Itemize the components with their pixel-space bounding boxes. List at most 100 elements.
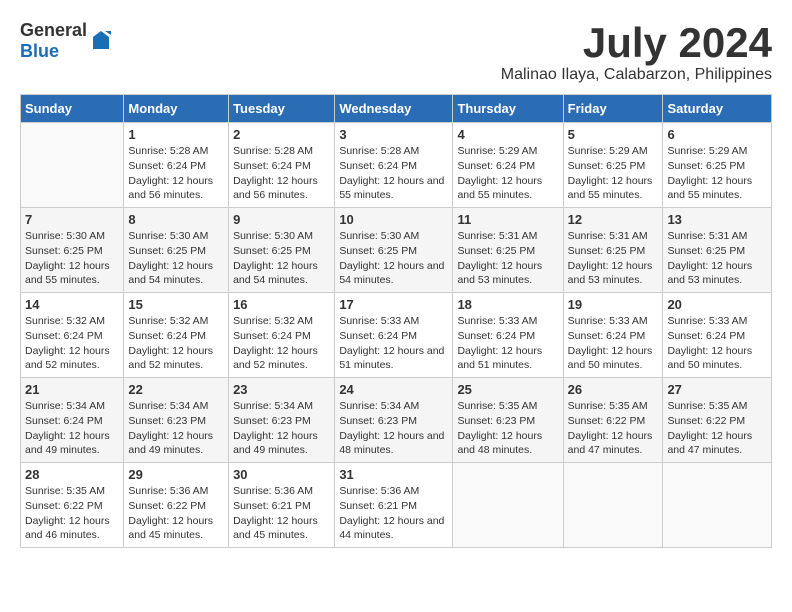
week-row-4: 21 Sunrise: 5:34 AMSunset: 6:24 PMDaylig… <box>21 378 772 463</box>
day-number: 26 <box>568 382 659 397</box>
day-info: Sunrise: 5:32 AMSunset: 6:24 PMDaylight:… <box>25 315 110 371</box>
day-number: 17 <box>339 297 448 312</box>
header-row: SundayMondayTuesdayWednesdayThursdayFrid… <box>21 95 772 123</box>
calendar-cell: 27 Sunrise: 5:35 AMSunset: 6:22 PMDaylig… <box>663 378 772 463</box>
day-number: 8 <box>128 212 224 227</box>
calendar-cell: 7 Sunrise: 5:30 AMSunset: 6:25 PMDayligh… <box>21 208 124 293</box>
day-number: 14 <box>25 297 119 312</box>
calendar-cell: 23 Sunrise: 5:34 AMSunset: 6:23 PMDaylig… <box>229 378 335 463</box>
week-row-1: 1 Sunrise: 5:28 AMSunset: 6:24 PMDayligh… <box>21 123 772 208</box>
logo-blue: Blue <box>20 41 59 61</box>
calendar-table: SundayMondayTuesdayWednesdayThursdayFrid… <box>20 94 772 548</box>
logo-icon <box>89 29 113 53</box>
day-number: 15 <box>128 297 224 312</box>
day-number: 7 <box>25 212 119 227</box>
day-number: 9 <box>233 212 330 227</box>
calendar-cell <box>663 463 772 548</box>
day-number: 25 <box>457 382 558 397</box>
calendar-cell <box>563 463 663 548</box>
day-info: Sunrise: 5:34 AMSunset: 6:23 PMDaylight:… <box>128 400 213 456</box>
day-info: Sunrise: 5:30 AMSunset: 6:25 PMDaylight:… <box>233 230 318 286</box>
day-number: 16 <box>233 297 330 312</box>
day-number: 24 <box>339 382 448 397</box>
calendar-cell: 2 Sunrise: 5:28 AMSunset: 6:24 PMDayligh… <box>229 123 335 208</box>
day-info: Sunrise: 5:34 AMSunset: 6:23 PMDaylight:… <box>339 400 444 456</box>
week-row-2: 7 Sunrise: 5:30 AMSunset: 6:25 PMDayligh… <box>21 208 772 293</box>
calendar-cell <box>453 463 563 548</box>
calendar-cell: 26 Sunrise: 5:35 AMSunset: 6:22 PMDaylig… <box>563 378 663 463</box>
day-number: 22 <box>128 382 224 397</box>
day-info: Sunrise: 5:30 AMSunset: 6:25 PMDaylight:… <box>339 230 444 286</box>
day-number: 11 <box>457 212 558 227</box>
header-day-thursday: Thursday <box>453 95 563 123</box>
logo: General Blue <box>20 20 113 62</box>
day-number: 20 <box>667 297 767 312</box>
day-number: 12 <box>568 212 659 227</box>
day-number: 6 <box>667 127 767 142</box>
header-day-tuesday: Tuesday <box>229 95 335 123</box>
day-number: 27 <box>667 382 767 397</box>
day-number: 3 <box>339 127 448 142</box>
day-info: Sunrise: 5:31 AMSunset: 6:25 PMDaylight:… <box>568 230 653 286</box>
day-info: Sunrise: 5:32 AMSunset: 6:24 PMDaylight:… <box>233 315 318 371</box>
day-number: 4 <box>457 127 558 142</box>
header-day-wednesday: Wednesday <box>335 95 453 123</box>
calendar-cell: 25 Sunrise: 5:35 AMSunset: 6:23 PMDaylig… <box>453 378 563 463</box>
day-info: Sunrise: 5:35 AMSunset: 6:22 PMDaylight:… <box>667 400 752 456</box>
day-info: Sunrise: 5:34 AMSunset: 6:24 PMDaylight:… <box>25 400 110 456</box>
calendar-cell: 9 Sunrise: 5:30 AMSunset: 6:25 PMDayligh… <box>229 208 335 293</box>
calendar-cell: 13 Sunrise: 5:31 AMSunset: 6:25 PMDaylig… <box>663 208 772 293</box>
day-number: 2 <box>233 127 330 142</box>
title-area: July 2024 Malinao Ilaya, Calabarzon, Phi… <box>501 20 772 84</box>
logo-general: General <box>20 20 87 40</box>
day-number: 28 <box>25 467 119 482</box>
day-number: 13 <box>667 212 767 227</box>
day-info: Sunrise: 5:35 AMSunset: 6:22 PMDaylight:… <box>568 400 653 456</box>
day-info: Sunrise: 5:29 AMSunset: 6:25 PMDaylight:… <box>568 145 653 201</box>
day-info: Sunrise: 5:33 AMSunset: 6:24 PMDaylight:… <box>568 315 653 371</box>
calendar-cell: 6 Sunrise: 5:29 AMSunset: 6:25 PMDayligh… <box>663 123 772 208</box>
day-info: Sunrise: 5:32 AMSunset: 6:24 PMDaylight:… <box>128 315 213 371</box>
week-row-5: 28 Sunrise: 5:35 AMSunset: 6:22 PMDaylig… <box>21 463 772 548</box>
header-day-saturday: Saturday <box>663 95 772 123</box>
page-header: General Blue July 2024 Malinao Ilaya, Ca… <box>20 20 772 84</box>
day-info: Sunrise: 5:28 AMSunset: 6:24 PMDaylight:… <box>339 145 444 201</box>
day-number: 1 <box>128 127 224 142</box>
day-info: Sunrise: 5:28 AMSunset: 6:24 PMDaylight:… <box>128 145 213 201</box>
week-row-3: 14 Sunrise: 5:32 AMSunset: 6:24 PMDaylig… <box>21 293 772 378</box>
day-number: 19 <box>568 297 659 312</box>
calendar-cell: 22 Sunrise: 5:34 AMSunset: 6:23 PMDaylig… <box>124 378 229 463</box>
calendar-cell: 24 Sunrise: 5:34 AMSunset: 6:23 PMDaylig… <box>335 378 453 463</box>
calendar-cell: 19 Sunrise: 5:33 AMSunset: 6:24 PMDaylig… <box>563 293 663 378</box>
day-info: Sunrise: 5:28 AMSunset: 6:24 PMDaylight:… <box>233 145 318 201</box>
calendar-cell: 14 Sunrise: 5:32 AMSunset: 6:24 PMDaylig… <box>21 293 124 378</box>
day-info: Sunrise: 5:36 AMSunset: 6:21 PMDaylight:… <box>339 485 444 541</box>
header-day-monday: Monday <box>124 95 229 123</box>
day-number: 10 <box>339 212 448 227</box>
day-number: 18 <box>457 297 558 312</box>
calendar-cell: 11 Sunrise: 5:31 AMSunset: 6:25 PMDaylig… <box>453 208 563 293</box>
day-number: 29 <box>128 467 224 482</box>
calendar-cell: 29 Sunrise: 5:36 AMSunset: 6:22 PMDaylig… <box>124 463 229 548</box>
calendar-cell <box>21 123 124 208</box>
day-info: Sunrise: 5:31 AMSunset: 6:25 PMDaylight:… <box>457 230 542 286</box>
day-info: Sunrise: 5:29 AMSunset: 6:24 PMDaylight:… <box>457 145 542 201</box>
day-info: Sunrise: 5:33 AMSunset: 6:24 PMDaylight:… <box>667 315 752 371</box>
calendar-cell: 4 Sunrise: 5:29 AMSunset: 6:24 PMDayligh… <box>453 123 563 208</box>
day-info: Sunrise: 5:35 AMSunset: 6:22 PMDaylight:… <box>25 485 110 541</box>
calendar-cell: 17 Sunrise: 5:33 AMSunset: 6:24 PMDaylig… <box>335 293 453 378</box>
calendar-cell: 1 Sunrise: 5:28 AMSunset: 6:24 PMDayligh… <box>124 123 229 208</box>
day-info: Sunrise: 5:36 AMSunset: 6:21 PMDaylight:… <box>233 485 318 541</box>
calendar-cell: 21 Sunrise: 5:34 AMSunset: 6:24 PMDaylig… <box>21 378 124 463</box>
day-number: 5 <box>568 127 659 142</box>
header-day-friday: Friday <box>563 95 663 123</box>
day-info: Sunrise: 5:31 AMSunset: 6:25 PMDaylight:… <box>667 230 752 286</box>
day-info: Sunrise: 5:33 AMSunset: 6:24 PMDaylight:… <box>339 315 444 371</box>
day-number: 23 <box>233 382 330 397</box>
calendar-cell: 18 Sunrise: 5:33 AMSunset: 6:24 PMDaylig… <box>453 293 563 378</box>
month-title: July 2024 <box>501 20 772 66</box>
calendar-cell: 30 Sunrise: 5:36 AMSunset: 6:21 PMDaylig… <box>229 463 335 548</box>
day-info: Sunrise: 5:30 AMSunset: 6:25 PMDaylight:… <box>25 230 110 286</box>
calendar-cell: 12 Sunrise: 5:31 AMSunset: 6:25 PMDaylig… <box>563 208 663 293</box>
day-number: 21 <box>25 382 119 397</box>
